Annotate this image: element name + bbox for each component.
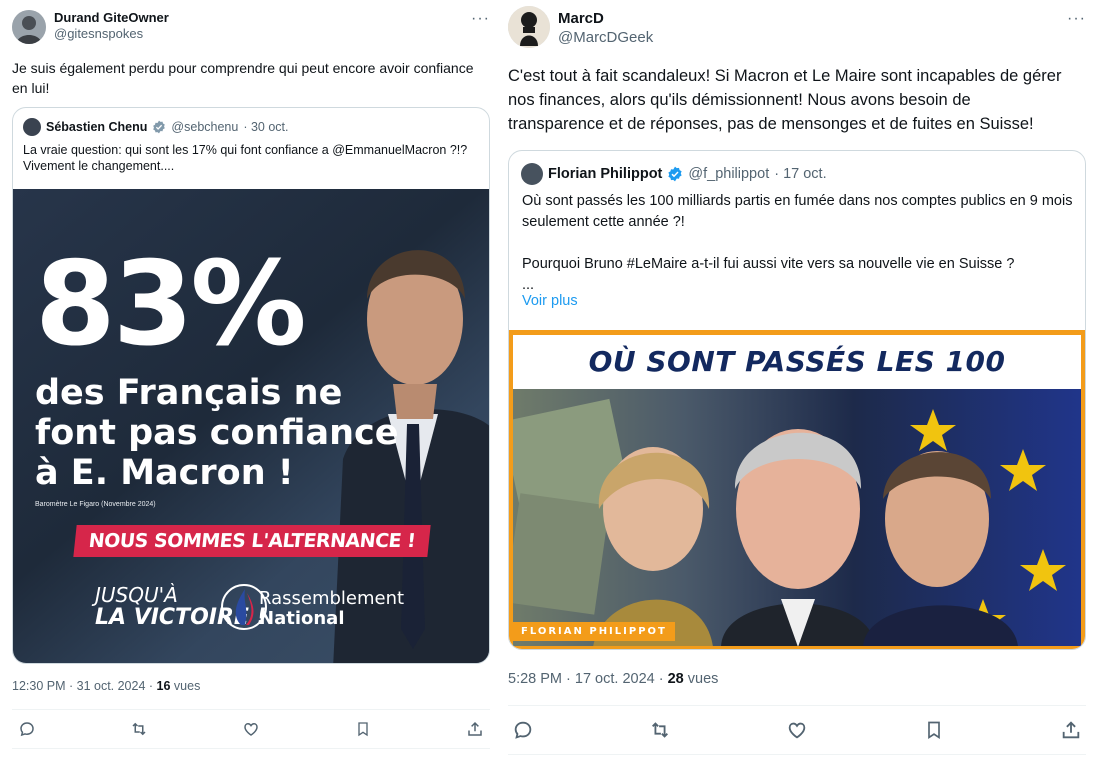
- view-count: 16: [156, 679, 171, 693]
- quoted-author-name[interactable]: Florian Philippot: [548, 166, 662, 182]
- more-options-button[interactable]: ···: [1067, 10, 1086, 28]
- quoted-author-name[interactable]: Sébastien Chenu: [46, 120, 147, 134]
- quoted-date[interactable]: · 17 oct.: [774, 166, 826, 182]
- quoted-tweet-header: Sébastien Chenu @sebchenu · 30 oct.: [23, 118, 289, 136]
- image-tag: FLORIAN PHILIPPOT: [513, 622, 675, 641]
- headline-line-1: des Français ne: [35, 373, 343, 413]
- author-names: MarcD @MarcDGeek: [558, 9, 653, 47]
- author-names: Durand GiteOwner @gitesnspokes: [54, 10, 169, 42]
- author-name[interactable]: MarcD: [558, 9, 653, 28]
- tweet-text: Je suis également perdu pour comprendre …: [12, 60, 474, 96]
- avatar[interactable]: [508, 6, 550, 48]
- views-label: vues: [170, 679, 201, 693]
- views-label: vues: [683, 671, 719, 687]
- verified-badge-icon: [153, 120, 166, 134]
- tweet-right: MarcD @MarcDGeek ··· C'est tout à fait s…: [508, 0, 1086, 755]
- action-bar: [12, 709, 490, 749]
- bookmark-icon[interactable]: [352, 718, 374, 740]
- headline-line-3: à E. Macron !: [35, 453, 294, 493]
- more-options-button[interactable]: ···: [471, 10, 490, 28]
- avatar[interactable]: [23, 118, 41, 136]
- tweet-header: MarcD @MarcDGeek ···: [508, 0, 1086, 48]
- politicians-photo: [513, 398, 1066, 646]
- tweet-header: Durand GiteOwner @gitesnspokes ···: [12, 0, 490, 48]
- quoted-author-handle[interactable]: @sebchenu: [171, 120, 238, 134]
- bookmark-icon[interactable]: [923, 719, 945, 741]
- quoted-tweet-header: Florian Philippot @f_philippot · 17 oct.: [521, 163, 827, 185]
- headline-number: 83%: [35, 237, 307, 372]
- headline-line-2: font pas confiance: [35, 413, 399, 453]
- tweet-meta: 5:28 PM · 17 oct. 2024 · 28 vues: [508, 671, 718, 687]
- reply-icon[interactable]: [512, 719, 534, 741]
- read-more-link[interactable]: Voir plus: [522, 293, 578, 309]
- quoted-tweet[interactable]: Florian Philippot @f_philippot · 17 oct.…: [508, 150, 1086, 650]
- quoted-author-handle[interactable]: @f_philippot: [688, 166, 769, 182]
- share-icon[interactable]: [464, 718, 486, 740]
- party-name: Rassemblement National: [259, 589, 404, 629]
- quoted-date[interactable]: · 30 oct.: [243, 120, 288, 134]
- like-icon[interactable]: [240, 718, 262, 740]
- quoted-tweet-image[interactable]: OÙ SONT PASSÉS LES 100 MILLIARDS ?!: [509, 330, 1085, 649]
- author-handle[interactable]: @MarcDGeek: [558, 28, 653, 47]
- author-name[interactable]: Durand GiteOwner: [54, 10, 169, 26]
- author-handle[interactable]: @gitesnspokes: [54, 26, 169, 42]
- action-bar: [508, 705, 1086, 755]
- party-line-1: Rassemblement: [259, 588, 405, 609]
- avatar[interactable]: [12, 10, 46, 44]
- retweet-icon[interactable]: [649, 719, 671, 741]
- image-headline: OÙ SONT PASSÉS LES 100 MILLIARDS ?!: [513, 335, 1081, 432]
- avatar[interactable]: [521, 163, 543, 185]
- view-count: 28: [667, 671, 684, 687]
- tweet-meta: 12:30 PM · 31 oct. 2024 · 16 vues: [12, 679, 200, 693]
- source-note: Baromètre Le Figaro (Novembre 2024): [35, 501, 156, 508]
- quoted-tweet-text: La vraie question: qui sont les 17% qui …: [23, 143, 468, 173]
- tweet-left: Durand GiteOwner @gitesnspokes ··· Je su…: [12, 0, 490, 749]
- tweet-timestamp[interactable]: 12:30 PM · 31 oct. 2024 ·: [12, 679, 157, 693]
- quoted-tweet-text: Où sont passés les 100 milliards partis …: [522, 193, 1073, 293]
- quoted-tweet-image[interactable]: 83% des Français ne font pas confiance à…: [13, 189, 489, 663]
- verified-badge-icon: [668, 166, 682, 182]
- tweet-text: C'est tout à fait scandaleux! Si Macron …: [508, 67, 1062, 133]
- reply-icon[interactable]: [16, 718, 38, 740]
- slogan-top: JUSQU'À: [95, 583, 178, 607]
- alternance-banner: NOUS SOMMES L'ALTERNANCE !: [73, 525, 431, 557]
- image-scene: FLORIAN PHILIPPOT: [513, 389, 1081, 646]
- like-icon[interactable]: [786, 719, 808, 741]
- retweet-icon[interactable]: [128, 718, 150, 740]
- quoted-tweet[interactable]: Sébastien Chenu @sebchenu · 30 oct. La v…: [12, 107, 490, 664]
- tweet-timestamp[interactable]: 5:28 PM · 17 oct. 2024 ·: [508, 671, 668, 687]
- party-line-2: National: [259, 608, 345, 629]
- share-icon[interactable]: [1060, 719, 1082, 741]
